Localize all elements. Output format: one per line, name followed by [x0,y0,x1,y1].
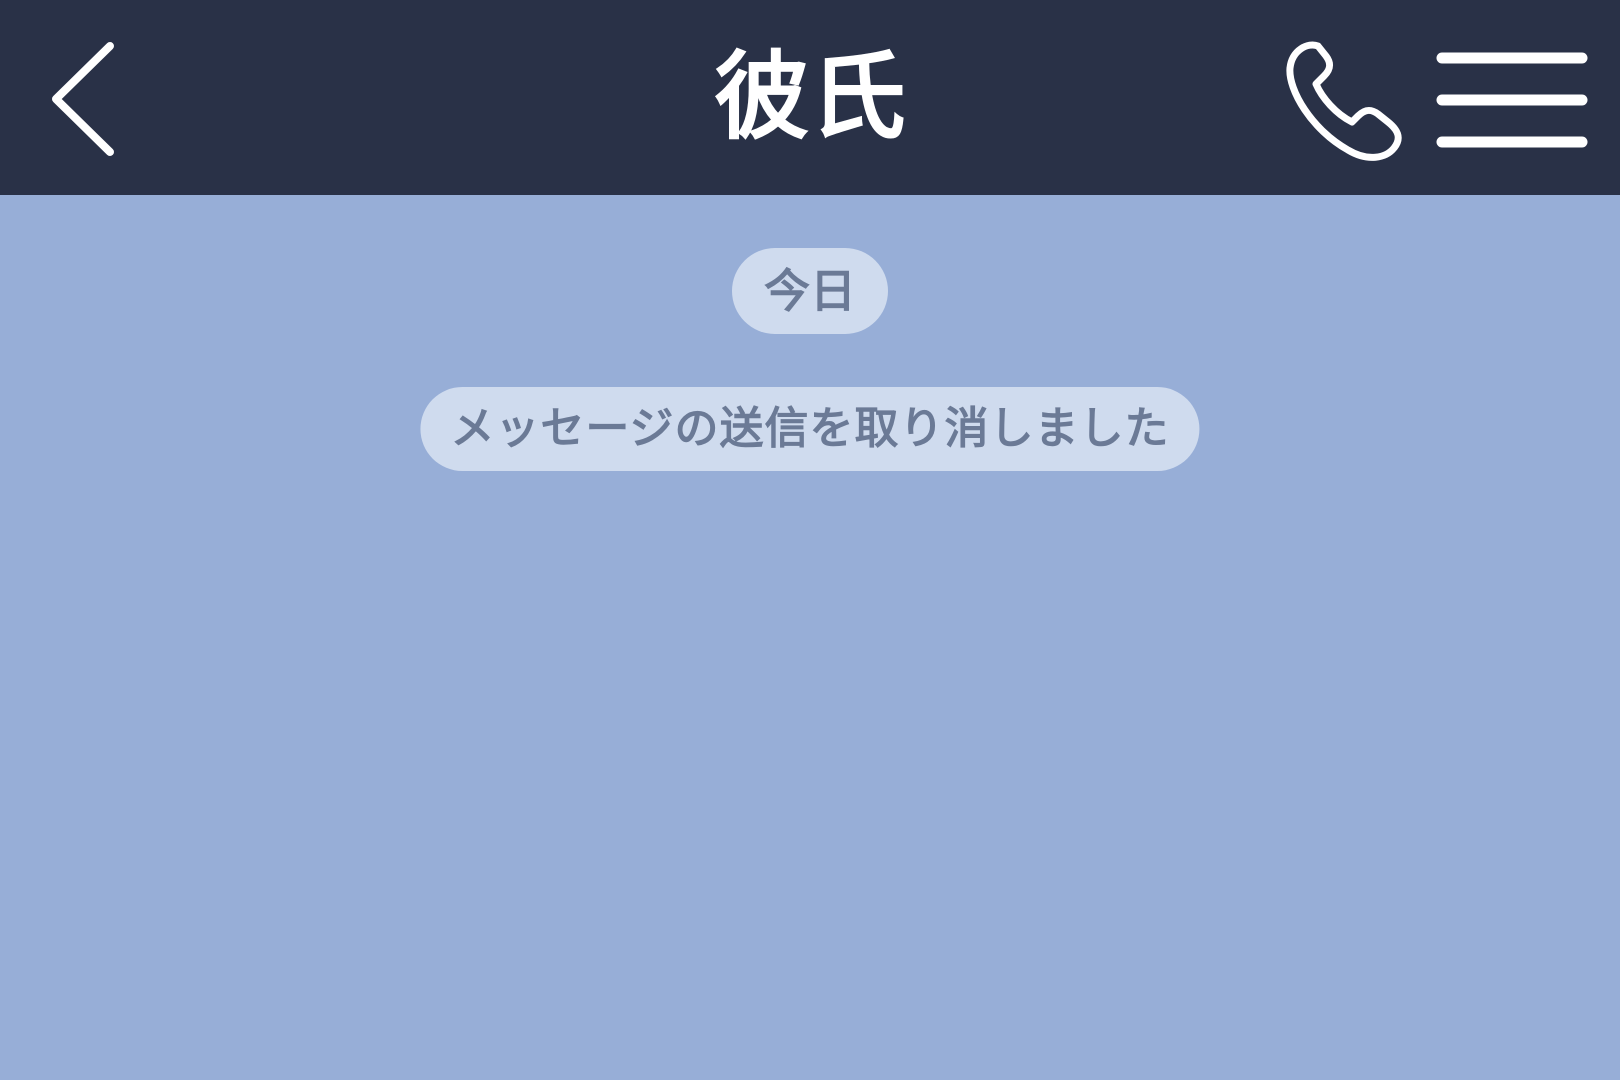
call-button[interactable] [1282,38,1412,166]
chat-area[interactable]: 今日 メッセージの送信を取り消しました [0,195,1620,1080]
hamburger-menu-icon [1436,52,1588,148]
chat-screen: 彼氏 今日 メッセージの送信を取り消しました [0,0,1620,1080]
menu-button[interactable] [1434,46,1590,156]
chat-header: 彼氏 [0,0,1620,195]
date-separator: 今日 [732,248,888,334]
back-button[interactable] [40,36,130,162]
chevron-left-icon [52,42,114,156]
system-message-unsent: メッセージの送信を取り消しました [420,387,1200,471]
phone-icon [1286,41,1402,161]
